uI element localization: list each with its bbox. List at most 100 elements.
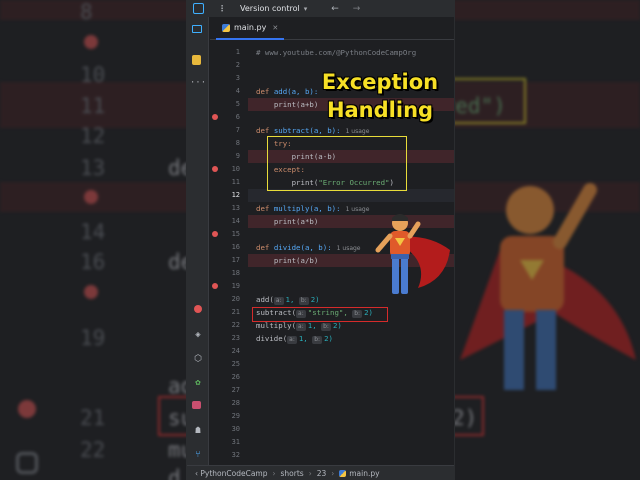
breadcrumb-chevron-icon: ‹	[195, 468, 198, 478]
line-number[interactable]: 27	[216, 384, 240, 397]
line-number[interactable]: 19	[216, 280, 240, 293]
param-hint: a:	[287, 336, 297, 344]
title-line-2: Handling	[326, 98, 434, 122]
function-call: divide(	[256, 334, 288, 343]
line-number[interactable]: 5	[216, 98, 240, 111]
editor-tabs: main.py ✕	[210, 17, 454, 40]
function-call: multiply(	[256, 321, 297, 330]
number-literal: 2)	[310, 295, 320, 304]
line-number[interactable]: 30	[216, 423, 240, 436]
line-number[interactable]: 26	[216, 371, 240, 384]
line-number[interactable]: 32	[216, 449, 240, 462]
bg-line-number: 16	[80, 250, 106, 274]
forward-arrow-icon[interactable]: →	[353, 4, 361, 14]
try-except-highlight-box	[267, 136, 407, 191]
line-number[interactable]: 2	[216, 59, 240, 72]
line-number[interactable]: 23	[216, 332, 240, 345]
problems-icon[interactable]: ☗	[192, 425, 204, 437]
line-number[interactable]: 25	[216, 358, 240, 371]
breadcrumb-project[interactable]: PythonCodeCamp	[200, 469, 267, 478]
line-number[interactable]: 29	[216, 410, 240, 423]
error-call-highlight-box	[252, 307, 388, 322]
line-number[interactable]: 15	[216, 228, 240, 241]
function-signature: divide(a, b):	[273, 243, 332, 252]
breadcrumb-separator-icon: ›	[272, 468, 276, 478]
tab-main-py[interactable]: main.py ✕	[216, 17, 285, 40]
title-line-1: Exception	[321, 70, 439, 94]
git-branch-icon[interactable]: ⑂	[192, 449, 204, 461]
overlay-title: Exception Handling	[300, 68, 460, 124]
line-number[interactable]: 9	[216, 150, 240, 163]
line-number[interactable]: 6	[216, 111, 240, 124]
breakpoint-icon[interactable]	[212, 283, 218, 289]
line-number[interactable]: 13	[216, 202, 240, 215]
tool-window-sidebar: ··· ◈ ⬡ ✿ ☗ ⑂	[187, 17, 209, 480]
line-number-gutter: 1 2 3 4 5 6 7 8 9 10 11 12 13 14 15 16 17 18 19 20 21 22 23 24 2…	[210, 40, 248, 465]
breakpoint-icon[interactable]	[212, 231, 218, 237]
line-number[interactable]: 11	[216, 176, 240, 189]
breadcrumb-line[interactable]: 23	[317, 469, 327, 478]
line-number[interactable]: 1	[216, 46, 240, 59]
line-number[interactable]: 16	[216, 241, 240, 254]
line-number[interactable]: 10	[216, 163, 240, 176]
more-tools-icon[interactable]: ···	[190, 77, 206, 89]
line-number[interactable]: 18	[216, 267, 240, 280]
superhero-icon	[375, 214, 450, 294]
code-statement: print(a*b)	[273, 217, 319, 226]
navigation-bar: ‹ PythonCodeCamp › shorts › 23 › main.py	[187, 465, 454, 480]
line-number[interactable]: 24	[216, 345, 240, 358]
bg-breakpoint	[84, 190, 98, 204]
back-arrow-icon[interactable]: ←	[331, 4, 339, 14]
line-number[interactable]: 8	[216, 137, 240, 150]
services-icon[interactable]: ✿	[192, 377, 204, 389]
close-tab-icon[interactable]: ✕	[272, 24, 278, 32]
code-line: divide(a: 1, b: 2)	[248, 332, 454, 345]
line-number[interactable]: 7	[216, 124, 240, 137]
line-number[interactable]: 14	[216, 215, 240, 228]
keyword: def	[256, 126, 270, 135]
usage-hint[interactable]: 1 usage	[337, 245, 361, 252]
param-hint: b:	[312, 336, 323, 344]
number-literal: 2)	[332, 321, 342, 330]
bg-line-number: 19	[80, 326, 106, 350]
breakpoint-icon[interactable]	[212, 166, 218, 172]
param-hint: b:	[321, 323, 331, 331]
bg-bug-icon	[18, 400, 36, 418]
code-line: # www.youtube.com/@PythonCodeCampOrg	[248, 46, 454, 59]
main-menu-icon[interactable]: ⋮	[218, 4, 226, 13]
number-literal: 1,	[285, 295, 295, 304]
function-signature: subtract(a, b):	[273, 126, 341, 135]
comment-text: # www.youtube.com/@PythonCodeCampOrg	[256, 48, 417, 57]
bg-line-number: 8	[80, 0, 93, 24]
video-frame: 8 10 11 rred") 12 13 de 14 16 de 19 ad 21 su…	[0, 0, 640, 480]
line-number[interactable]: 28	[216, 397, 240, 410]
breadcrumb-file[interactable]: main.py	[349, 469, 379, 478]
line-number[interactable]: 3	[216, 72, 240, 85]
packages-icon[interactable]: ⬡	[192, 353, 204, 365]
line-number[interactable]: 20	[216, 293, 240, 306]
line-number[interactable]: 12	[216, 189, 240, 202]
breakpoint-icon[interactable]	[212, 114, 218, 120]
number-literal: 1,	[298, 334, 308, 343]
terminal-icon[interactable]	[192, 401, 201, 409]
line-number[interactable]: 22	[216, 319, 240, 332]
structure-icon[interactable]	[192, 55, 201, 65]
code-statement: print(a/b)	[273, 256, 319, 265]
project-icon[interactable]	[192, 25, 202, 33]
pycharm-logo-icon	[193, 3, 204, 14]
version-control-dropdown[interactable]: Version control	[240, 4, 300, 13]
line-number[interactable]: 4	[216, 85, 240, 98]
line-number[interactable]: 31	[216, 436, 240, 449]
line-number[interactable]: 17	[216, 254, 240, 267]
param-hint: b:	[298, 297, 309, 305]
bg-python-icon	[16, 452, 38, 474]
bg-breakpoint	[84, 35, 98, 49]
bg-superhero-icon	[460, 183, 636, 390]
python-console-icon[interactable]: ◈	[192, 329, 204, 341]
python-file-icon	[339, 469, 347, 477]
debug-bug-icon[interactable]	[194, 305, 202, 313]
usage-hint[interactable]: 1 usage	[346, 128, 370, 135]
chevron-down-icon[interactable]: ▾	[304, 5, 308, 13]
line-number[interactable]: 21	[216, 306, 240, 319]
breadcrumb-folder[interactable]: shorts	[281, 469, 304, 478]
